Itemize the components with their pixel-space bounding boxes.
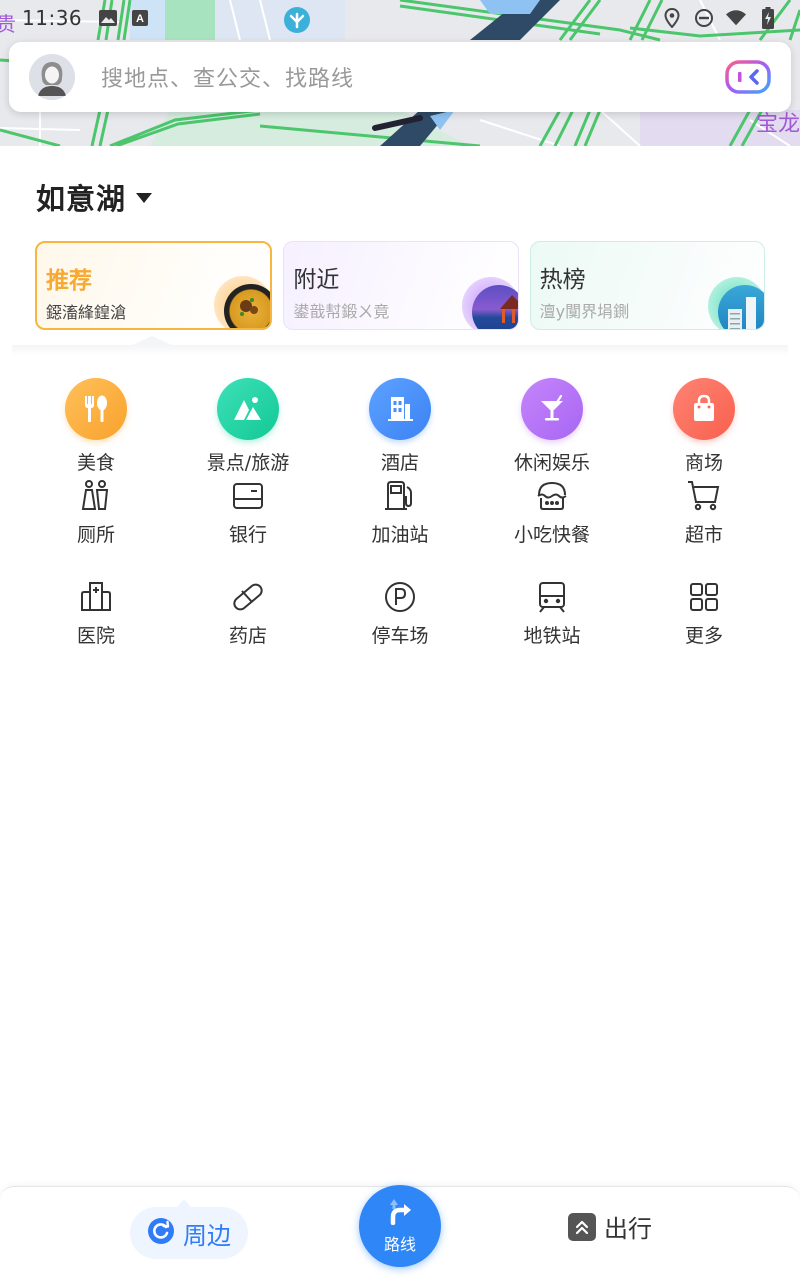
category-label: 酒店 [380,452,419,474]
double-chevron-up-icon [568,1212,596,1241]
city-thumbnail-icon [717,285,764,329]
category-grid: 美食 景点/旅游 酒店 休闲娱乐 商场 厕所 银行 加油站 小吃快餐 超市 医院… [20,378,780,680]
secondary-category-row: 医院 药店 停车场 地铁站 更多 [20,579,780,680]
route-button[interactable]: 路线 [359,1185,441,1267]
category-bank[interactable]: 银行 [172,478,324,579]
text-a-icon: A [130,8,150,28]
cocktail-icon [521,378,583,440]
svg-text:A: A [136,13,144,25]
location-pin-icon [662,8,682,28]
hospital-icon [78,579,114,615]
category-food[interactable]: 美食 [20,378,172,478]
subway-icon [534,579,570,615]
scenery-thumbnail-icon [471,285,518,329]
mountain-icon [217,378,279,440]
do-not-disturb-icon [694,8,714,28]
category-hospital[interactable]: 医院 [20,579,172,680]
fork-spoon-icon [65,378,127,440]
category-label: 更多 [684,625,723,647]
gas-pump-icon [382,478,418,514]
shopping-bag-icon [673,378,735,440]
category-pharmacy[interactable]: 药店 [172,579,324,680]
battery-charging-icon [758,7,778,29]
category-label: 银行 [228,524,267,546]
category-label: 厕所 [76,524,115,546]
restroom-icon [78,478,114,514]
primary-category-row: 美食 景点/旅游 酒店 休闲娱乐 商场 [20,378,780,478]
grid-more-icon [686,579,722,615]
category-label: 商场 [684,452,723,474]
category-label: 美食 [76,452,115,474]
snack-icon [534,478,570,514]
category-scenic[interactable]: 景点/旅游 [172,378,324,478]
bottom-sheet: 如意湖 推荐 鐚滀綘鍠滄 附近 鍙戠幇鍛ㄨ竟 热榜 澶у闃界埍鍘 美食 景点/旅… [0,146,800,1280]
parking-icon [382,579,418,615]
category-label: 医院 [76,625,115,647]
wifi-icon [726,8,746,28]
category-label: 地铁站 [523,625,581,647]
category-label: 停车场 [371,625,429,647]
nav-tab-around[interactable]: 周边 [130,1207,248,1259]
card-hot[interactable]: 热榜 澶у闃界埍鍘 [529,241,765,330]
food-thumbnail-icon [224,284,271,328]
category-hotel[interactable]: 酒店 [324,378,476,478]
section-divider [12,345,788,355]
bottom-nav: 周边 路线 出行 [0,1185,800,1280]
category-restroom[interactable]: 厕所 [20,478,172,579]
category-label: 加油站 [371,524,429,546]
nav-around-label: 周边 [183,1221,231,1250]
category-gas-station[interactable]: 加油站 [324,478,476,579]
pill-icon [230,579,266,615]
category-subway[interactable]: 地铁站 [476,579,628,680]
category-snack[interactable]: 小吃快餐 [476,478,628,579]
voice-assistant-icon[interactable] [725,60,771,94]
category-supermarket[interactable]: 超市 [628,478,780,579]
category-label: 休闲娱乐 [513,452,590,474]
category-parking[interactable]: 停车场 [324,579,476,680]
turn-right-arrow-icon [385,1197,415,1229]
building-icon [369,378,431,440]
category-label: 小吃快餐 [513,524,590,546]
category-label: 景点/旅游 [206,452,290,474]
category-more[interactable]: 更多 [628,579,780,680]
status-bar: 11:36 A [0,0,800,36]
category-label: 药店 [228,625,267,647]
card-nearby[interactable]: 附近 鍙戠幇鍛ㄨ竟 [283,241,519,330]
search-input[interactable]: 搜地点、查公交、找路线 [101,61,354,93]
feature-cards: 推荐 鐚滀綘鍠滄 附近 鍙戠幇鍛ㄨ竟 热榜 澶у闃界埍鍘 [35,241,765,330]
shopping-cart-icon [686,478,722,514]
caret-down-icon[interactable] [136,193,153,203]
location-selector[interactable]: 如意湖 [36,176,153,218]
image-icon [98,8,118,28]
bank-card-icon [230,478,266,514]
nav-travel-label: 出行 [604,1215,652,1243]
category-label: 超市 [684,524,723,546]
category-mall[interactable]: 商场 [628,378,780,478]
nav-tab-travel[interactable]: 出行 [568,1209,652,1244]
card-recommend[interactable]: 推荐 鐚滀綘鍠滄 [35,241,273,330]
user-avatar-icon[interactable] [29,54,75,100]
status-time: 11:36 [22,6,83,30]
location-name[interactable]: 如意湖 [36,176,126,218]
category-leisure[interactable]: 休闲娱乐 [476,378,628,478]
search-bar[interactable]: 搜地点、查公交、找路线 [9,42,791,112]
route-label: 路线 [383,1235,416,1254]
refresh-circle-icon [147,1217,175,1249]
secondary-category-row: 厕所 银行 加油站 小吃快餐 超市 [20,478,780,579]
